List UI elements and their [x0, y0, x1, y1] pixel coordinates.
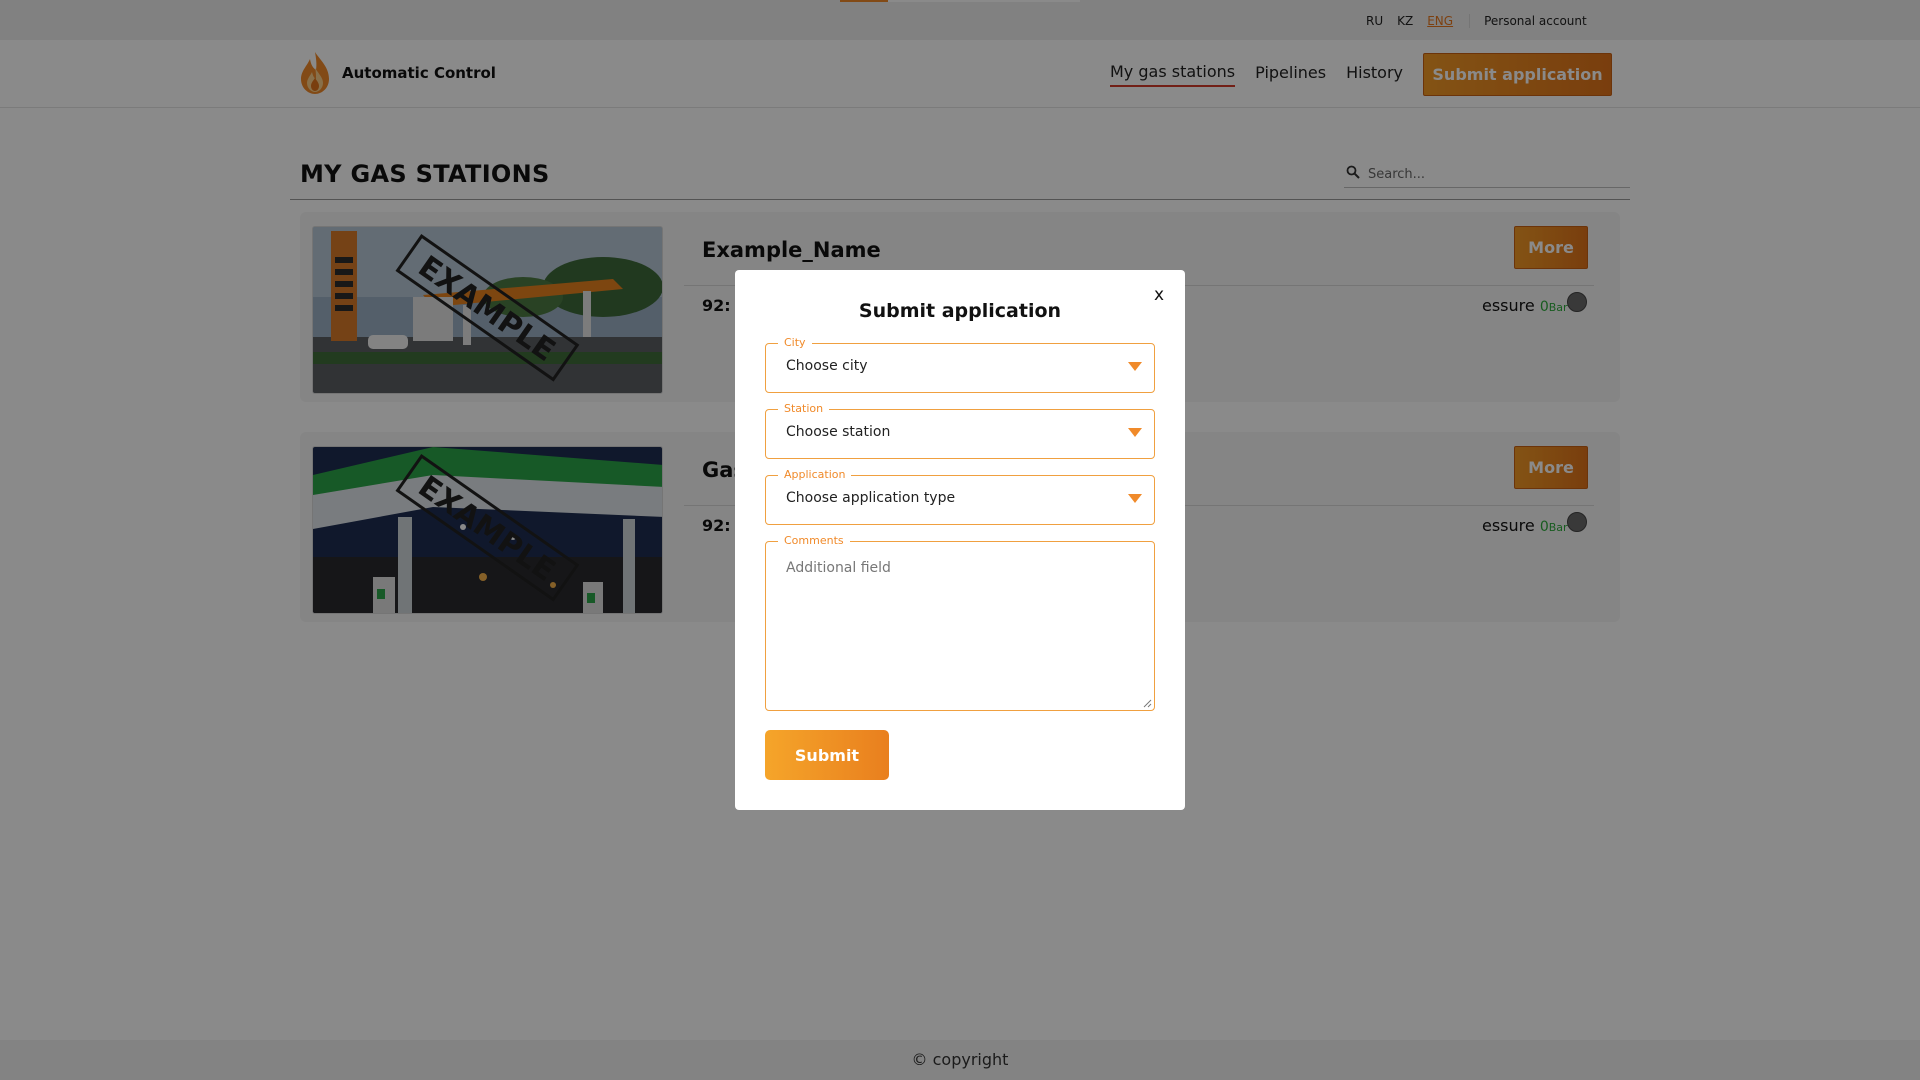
- submit-button[interactable]: Submit: [765, 730, 889, 780]
- comments-label: Comments: [778, 534, 850, 548]
- chevron-down-icon[interactable]: [1128, 362, 1142, 371]
- city-label: City: [778, 336, 812, 350]
- station-label: Station: [778, 402, 830, 416]
- comments-field: Comments: [765, 534, 1155, 711]
- chevron-down-icon[interactable]: [1128, 428, 1142, 437]
- application-type-select[interactable]: Application Choose application type: [765, 468, 1155, 525]
- city-select[interactable]: City Choose city: [765, 336, 1155, 393]
- city-value: Choose city: [786, 358, 868, 374]
- resize-handle-icon[interactable]: [1143, 699, 1152, 708]
- application-label: Application: [778, 468, 852, 482]
- application-value: Choose application type: [786, 490, 956, 506]
- chevron-down-icon[interactable]: [1128, 494, 1142, 503]
- station-value: Choose station: [786, 424, 891, 440]
- station-select[interactable]: Station Choose station: [765, 402, 1155, 459]
- comments-textarea[interactable]: [778, 554, 1142, 702]
- submit-application-modal: x Submit application City Choose city St…: [735, 270, 1185, 810]
- modal-title: Submit application: [858, 300, 1062, 322]
